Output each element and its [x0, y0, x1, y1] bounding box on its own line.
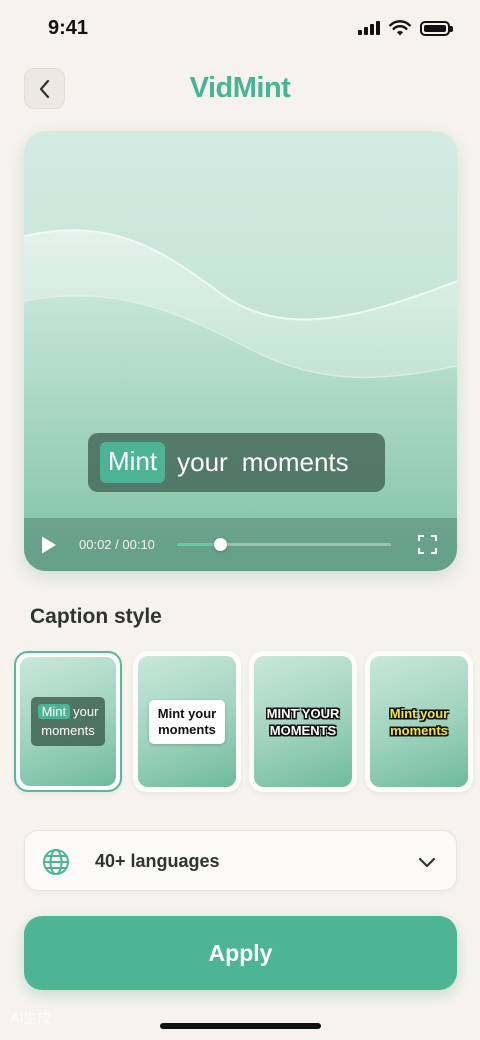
style-preview-caption: Mint your moments [30, 697, 106, 746]
status-time: 9:41 [48, 17, 89, 39]
video-controls: 00:02 / 00:10 [24, 518, 457, 571]
style-preview-caption: Mint your moments [148, 699, 226, 744]
caption-style-list: Mint your moments Mint your moments MINT … [14, 651, 473, 793]
chevron-down-icon [418, 857, 436, 868]
progress-thumb[interactable] [213, 538, 227, 551]
caption-overlay: Mint your moments [88, 433, 385, 492]
style-preview-line: Mint your [389, 705, 449, 721]
caption-style-option-3[interactable]: MINT YOUR MOMENTS [249, 651, 357, 792]
globe-icon [43, 849, 69, 875]
style-preview-line: Mint your [157, 705, 217, 721]
style-preview-line: MINT YOUR [266, 705, 340, 721]
style-preview-word: moments [41, 723, 95, 738]
style-preview: MINT YOUR MOMENTS [254, 656, 352, 787]
caption-highlight-word: Mint [100, 442, 166, 483]
style-preview-word: your [73, 704, 99, 719]
app-title: VidMint [189, 72, 291, 104]
caption-word: your [177, 447, 228, 477]
language-select[interactable]: 40+ languages [24, 830, 457, 891]
caption-style-title: Caption style [30, 605, 162, 628]
style-preview-line: MOMENTS [269, 722, 337, 738]
apply-button[interactable]: Apply [24, 916, 457, 990]
language-label: 40+ languages [95, 851, 220, 871]
status-bar: 9:41 [0, 0, 480, 58]
style-preview-caption: Mint your moments [390, 705, 449, 739]
video-player[interactable]: Mint your moments 00:02 / 00:10 [24, 131, 457, 571]
home-indicator [160, 1023, 321, 1029]
play-icon[interactable] [40, 535, 58, 555]
time-readout: 00:02 / 00:10 [79, 537, 155, 552]
progress-slider[interactable] [177, 538, 391, 551]
signal-icon [358, 21, 380, 35]
battery-icon [420, 20, 453, 36]
fullscreen-icon[interactable] [418, 535, 437, 554]
style-preview: Mint your moments [138, 656, 236, 787]
caption-style-option-2[interactable]: Mint your moments [133, 651, 241, 792]
style-preview-highlight: Mint [37, 704, 71, 719]
watermark: AI生成 [10, 1010, 52, 1026]
status-icons [358, 20, 453, 36]
style-preview-line: moments [158, 721, 216, 737]
style-preview: Mint your moments [370, 656, 468, 787]
caption-word: moments [241, 447, 349, 477]
style-preview: Mint your moments [20, 657, 116, 786]
video-frame [24, 229, 457, 571]
caption-style-option-1[interactable]: Mint your moments [14, 651, 122, 792]
caption-style-option-4[interactable]: Mint your moments [365, 651, 473, 792]
wifi-icon [389, 20, 411, 36]
style-preview-line: moments [390, 722, 448, 738]
style-preview-caption: MINT YOUR MOMENTS [267, 705, 340, 739]
